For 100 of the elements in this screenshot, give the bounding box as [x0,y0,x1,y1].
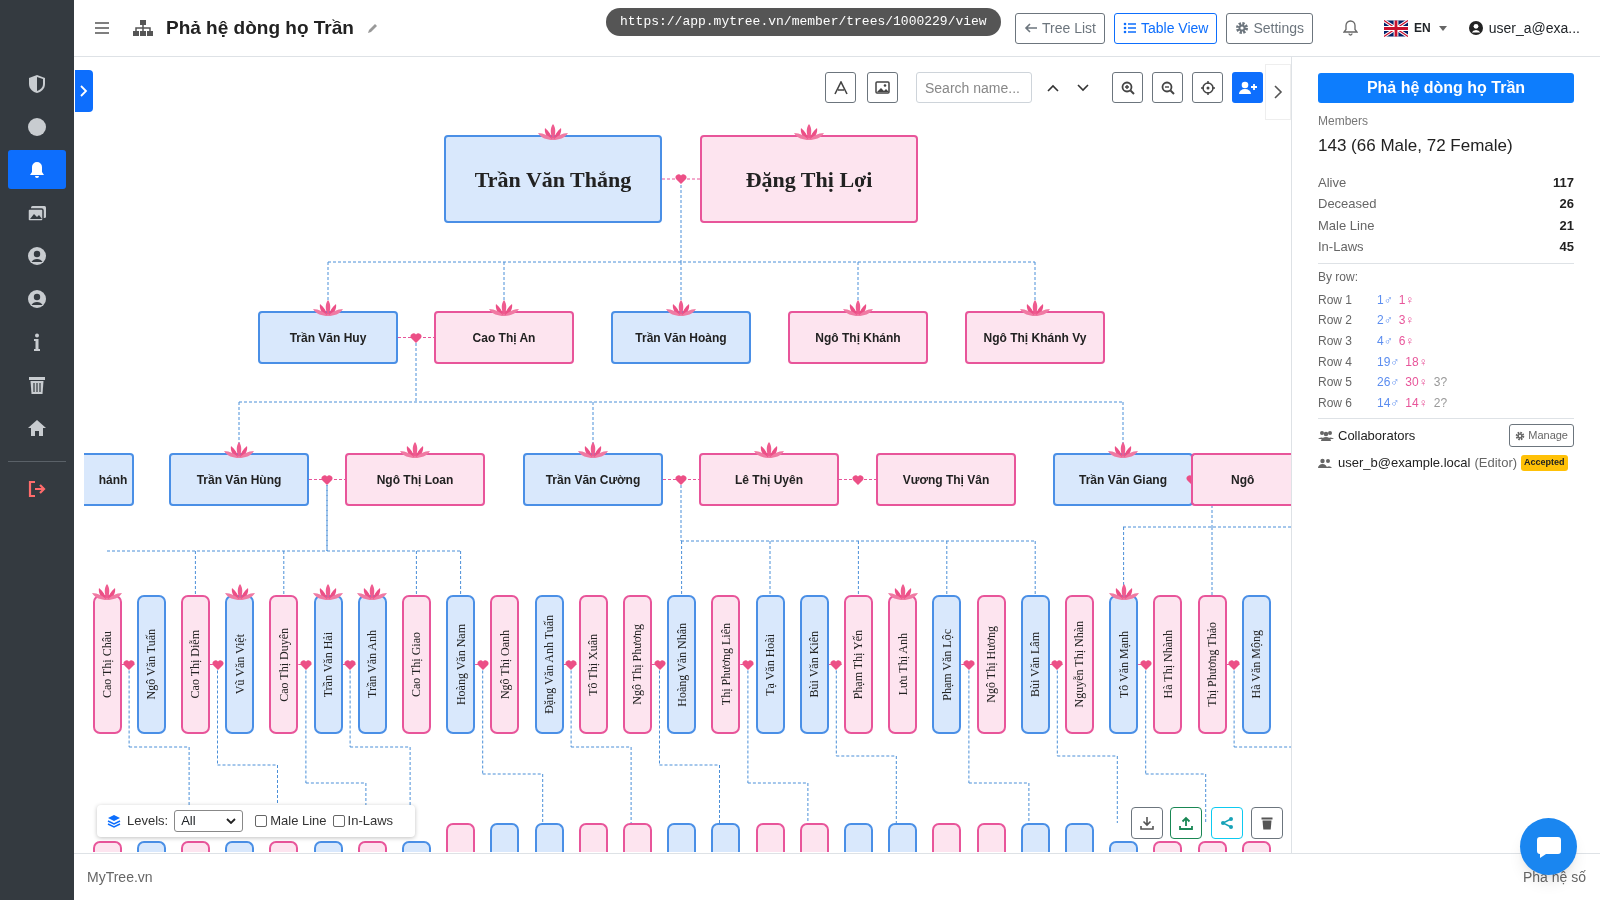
person-card[interactable]: Lê Thị Uyên [699,453,839,506]
header-button[interactable]: Settings [1226,12,1314,44]
checkbox[interactable] [332,815,345,827]
lotus-icon [91,582,123,602]
person-card[interactable] [799,823,829,852]
row-label: Row 6 [1318,394,1353,412]
upload-icon [1179,816,1193,830]
header-button[interactable]: Tree List [1015,12,1105,44]
person-card[interactable] [755,823,785,852]
person-card[interactable]: Bùi Văn Kiên [799,595,829,734]
chat-icon [1535,834,1562,859]
person-card[interactable] [446,823,476,852]
header-button[interactable]: Table View [1114,12,1218,44]
person-card[interactable]: Trần Văn Huy [258,311,398,364]
delete-button[interactable] [1251,807,1283,839]
person-card[interactable]: Đặng Thị Lợi [700,135,918,223]
person-card[interactable] [711,823,741,852]
person-card[interactable]: Trần Văn Hoàng [611,311,751,364]
person-card[interactable]: Trần Văn Cường [523,453,663,506]
circle-icon [27,116,47,137]
user-email[interactable]: user_a@exa... [1488,17,1580,39]
person-card[interactable]: Thị Phương Liên [711,595,741,734]
heart-icon [962,658,975,671]
person-card[interactable] [667,823,697,852]
share-button[interactable] [1211,807,1243,839]
center-button[interactable] [1192,72,1223,103]
layers-icon [107,814,121,828]
person-card[interactable] [490,823,520,852]
heart-icon [741,658,754,671]
collapse-panel-button[interactable] [1265,64,1291,120]
person-card[interactable] [976,823,1006,852]
person-card[interactable] [1064,823,1094,852]
person-card[interactable]: Hoàng Văn Nhân [667,595,697,734]
zoom-in-button[interactable] [1112,72,1143,103]
tree-name-button[interactable]: Phả hệ dòng họ Trần [1318,73,1574,103]
person-card[interactable]: Trần Văn Giang [1053,453,1193,506]
pencil-icon[interactable] [365,21,379,35]
image-button[interactable] [867,72,898,103]
person-card[interactable]: Ngô Thị Khánh Vy [965,311,1105,364]
person-card[interactable] [932,823,962,852]
person-card[interactable]: Nguyễn Thị Nhàn [1064,595,1094,734]
zoom-out-button[interactable] [1152,72,1183,103]
sidebar-item[interactable] [8,150,66,189]
person-card[interactable] [888,823,918,852]
person-card[interactable]: Ngô Văn Tuấn [136,595,166,734]
lotus-icon [753,440,785,460]
person-card[interactable] [534,823,564,852]
person-card[interactable]: Cao Thị Diễm [180,595,210,734]
person-card[interactable]: Bùi Văn Lâm [1020,595,1050,734]
person-card[interactable]: Vương Thị Vân [876,453,1016,506]
lotus-icon [488,298,520,318]
person-card[interactable]: Ngô Thị Khánh [788,311,928,364]
person-card[interactable]: Ngô Thị Hương [976,595,1006,734]
person-card[interactable]: Trần Văn Hùng [169,453,309,506]
download-button[interactable] [1131,807,1163,839]
language-dropdown[interactable]: EN [1414,19,1447,37]
manage-button[interactable]: Manage [1509,424,1574,448]
person-card[interactable]: Hoàng Văn Nam [446,595,476,734]
levels-select[interactable]: All [174,810,244,832]
menu-icon[interactable] [94,21,110,35]
person-card[interactable]: Trần Văn Thắng [444,135,662,223]
upload-button[interactable] [1170,807,1202,839]
bell-icon[interactable] [1343,20,1359,36]
person-card[interactable] [1020,823,1050,852]
person-card[interactable] [622,823,652,852]
person-card[interactable] [843,823,873,852]
person-card[interactable]: Đặng Văn Anh Tuấn [534,595,564,734]
expand-sidebar-button[interactable] [75,70,93,112]
person-card[interactable]: Ngô Thị Phương [622,595,652,734]
person-card[interactable]: Cao Thị Giao [401,595,431,734]
checkbox[interactable] [255,815,268,827]
person-card[interactable]: Vũ Văn Việt [225,595,255,734]
person-card[interactable]: Lưu Thị Anh [888,595,918,734]
font-button[interactable] [825,72,856,103]
flag-icon[interactable] [1384,19,1409,37]
person-card[interactable]: Hà Thị Nhành [1153,595,1183,734]
person-card[interactable]: Ngô [1191,453,1291,506]
row-label: Row 4 [1318,353,1353,371]
person-card[interactable]: Thị Phương Thảo [1197,595,1227,734]
person-card[interactable]: Cao Thị Châu [92,595,122,734]
person-card[interactable]: Trần Văn Hải [313,595,343,734]
person-card[interactable]: Hà Văn Mộng [1241,595,1271,734]
lotus-icon [842,298,874,318]
person-card[interactable]: Phạm Thị Yến [843,595,873,734]
person-card[interactable]: Cao Thị Duyên [269,595,299,734]
person-card[interactable]: Tô Văn Mạnh [1109,595,1139,734]
person-card[interactable]: Ngô Thị Oanh [490,595,520,734]
search-field[interactable]: Search name... [916,72,1032,103]
add-person-button[interactable] [1232,72,1263,103]
person-card[interactable]: Phạm Văn Lộc [932,595,962,734]
person-card[interactable] [578,823,608,852]
person-card[interactable]: Tô Thị Xuân [578,595,608,734]
person-card[interactable]: Tạ Văn Hoài [755,595,785,734]
row-label: Row 3 [1318,333,1353,350]
heart-icon [123,658,136,671]
person-card[interactable]: hánh [84,453,134,506]
user-circle-icon [27,245,47,266]
person-card[interactable]: Ngô Thị Loan [345,453,485,506]
person-card[interactable]: Trần Văn Anh [357,595,387,734]
person-card[interactable]: Cao Thị An [434,311,574,364]
